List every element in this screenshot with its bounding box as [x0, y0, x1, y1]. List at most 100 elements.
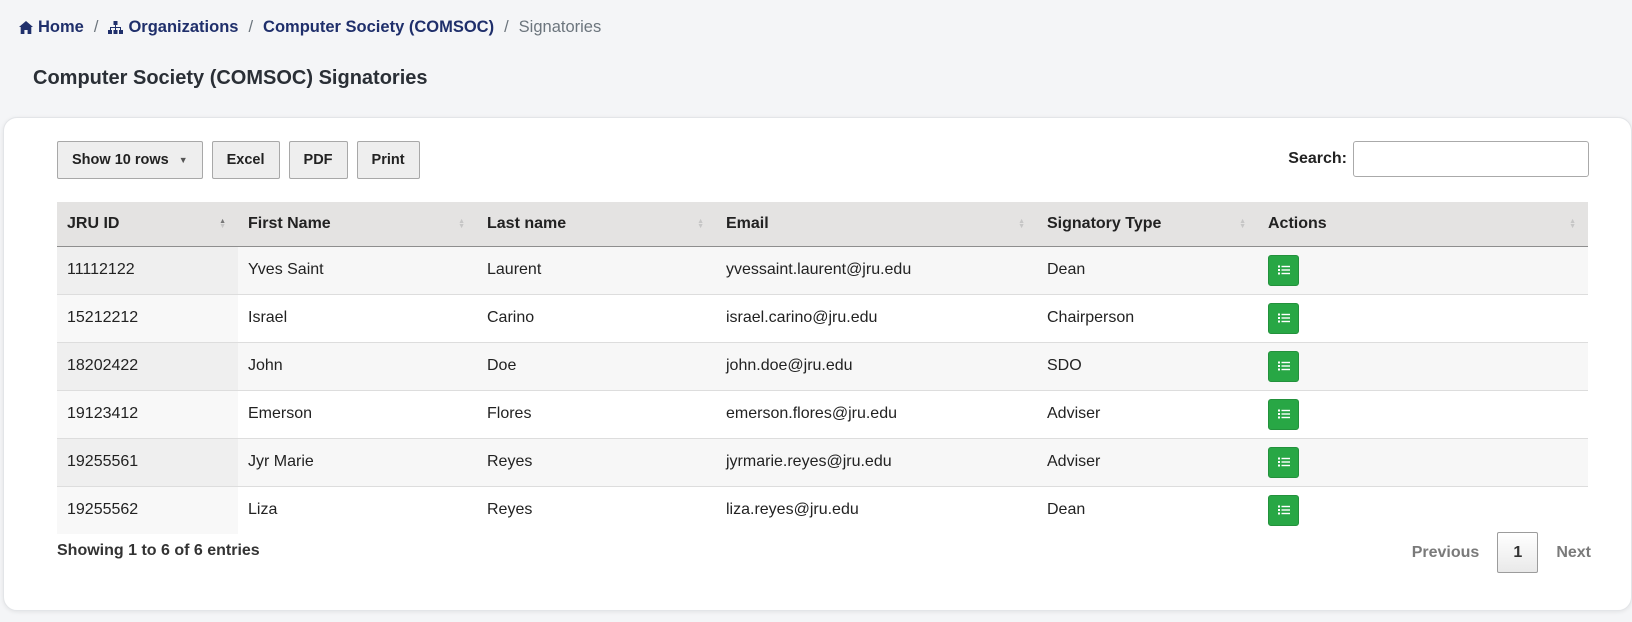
sort-icon: ▲ ▼: [1239, 217, 1246, 230]
sort-icon: ▲ ▼: [1018, 217, 1025, 230]
cell-last-name: Reyes: [477, 437, 716, 486]
cell-first-name: Liza: [238, 485, 477, 534]
view-details-button[interactable]: [1268, 446, 1299, 478]
signatories-card: Show 10 rows ▼ Excel PDF Print Search: J…: [3, 117, 1632, 611]
caret-down-icon: ▼: [178, 155, 188, 165]
cell-jru-id: 18202422: [57, 341, 238, 390]
cell-last-name: Reyes: [477, 485, 716, 534]
column-header-label: Email: [726, 214, 769, 232]
table-row: 19123412 Emerson Flores emerson.flores@j…: [57, 389, 1588, 438]
breadcrumb-separator: /: [248, 18, 254, 36]
sort-icon: ▲ ▼: [697, 217, 704, 230]
excel-button[interactable]: Excel: [211, 141, 280, 179]
show-rows-button[interactable]: Show 10 rows ▼: [57, 141, 203, 179]
sitemap-icon: [108, 21, 124, 34]
cell-email: liza.reyes@jru.edu: [716, 485, 1037, 534]
list-icon: [1277, 505, 1290, 515]
table-row: 18202422 John Doe john.doe@jru.edu SDO: [57, 341, 1588, 390]
cell-email: jyrmarie.reyes@jru.edu: [716, 437, 1037, 486]
cell-last-name: Doe: [477, 341, 716, 390]
search-label: Search:: [1288, 150, 1347, 167]
cell-signatory-type: Adviser: [1037, 389, 1258, 438]
breadcrumb-separator: /: [504, 18, 509, 36]
cell-signatory-type: Dean: [1037, 246, 1258, 294]
cell-jru-id: 19255562: [57, 485, 238, 534]
cell-first-name: Yves Saint: [238, 246, 477, 294]
table-info: Showing 1 to 6 of 6 entries: [57, 542, 260, 559]
breadcrumb-organizations-label: Organizations: [128, 18, 239, 36]
column-header-first-name[interactable]: First Name ▲ ▼: [238, 202, 477, 247]
table-row: 19255562 Liza Reyes liza.reyes@jru.edu D…: [57, 485, 1588, 534]
cell-signatory-type: Adviser: [1037, 437, 1258, 486]
table-row: 19255561 Jyr Marie Reyes jyrmarie.reyes@…: [57, 437, 1588, 486]
column-header-email[interactable]: Email ▲ ▼: [716, 202, 1037, 247]
cell-signatory-type: SDO: [1037, 341, 1258, 390]
show-rows-label: Show 10 rows: [72, 152, 169, 168]
column-header-label: First Name: [248, 214, 331, 232]
pagination: Previous 1 Next: [1396, 532, 1607, 573]
next-page-button[interactable]: Next: [1540, 544, 1607, 562]
cell-actions: [1258, 341, 1588, 390]
cell-first-name: Jyr Marie: [238, 437, 477, 486]
pdf-button[interactable]: PDF: [288, 141, 348, 179]
cell-actions: [1258, 485, 1588, 534]
column-header-actions[interactable]: Actions ▲ ▼: [1258, 202, 1588, 247]
table-row: 15212212 Israel Carino israel.carino@jru…: [57, 293, 1588, 342]
column-header-last-name[interactable]: Last name ▲ ▼: [477, 202, 716, 247]
table-header-row: JRU ID ▲ ▼ First Name ▲ ▼ Last name ▲ ▼ Ema…: [57, 202, 1588, 247]
view-details-button[interactable]: [1268, 302, 1299, 334]
column-header-label: JRU ID: [67, 214, 120, 232]
list-icon: [1277, 409, 1290, 419]
breadcrumb-home[interactable]: Home: [19, 18, 84, 37]
cell-actions: [1258, 293, 1588, 342]
previous-page-button[interactable]: Previous: [1396, 544, 1496, 562]
view-details-button[interactable]: [1268, 350, 1299, 382]
cell-email: john.doe@jru.edu: [716, 341, 1037, 390]
cell-signatory-type: Dean: [1037, 485, 1258, 534]
breadcrumb-separator: /: [93, 18, 99, 36]
cell-last-name: Carino: [477, 293, 716, 342]
sort-icon: ▲ ▼: [458, 217, 465, 230]
breadcrumb-organization[interactable]: Computer Society (COMSOC): [263, 18, 494, 37]
table-toolbar: Show 10 rows ▼ Excel PDF Print: [57, 141, 420, 179]
cell-first-name: Emerson: [238, 389, 477, 438]
cell-email: yvessaint.laurent@jru.edu: [716, 246, 1037, 294]
list-icon: [1277, 361, 1290, 371]
breadcrumb: Home / Organizations / Computer Society …: [19, 18, 601, 37]
search-box: Search:: [1288, 141, 1589, 177]
column-header-label: Actions: [1268, 214, 1327, 232]
print-button[interactable]: Print: [356, 141, 420, 179]
cell-jru-id: 19255561: [57, 437, 238, 486]
column-header-signatory-type[interactable]: Signatory Type ▲ ▼: [1037, 202, 1258, 247]
cell-signatory-type: Chairperson: [1037, 293, 1258, 342]
list-icon: [1277, 457, 1290, 467]
breadcrumb-organizations[interactable]: Organizations: [108, 18, 238, 37]
sort-ascending-icon: ▲ ▼: [219, 217, 226, 230]
table-row: 11112122 Yves Saint Laurent yvessaint.la…: [57, 246, 1588, 294]
breadcrumb-current: Signatories: [518, 18, 602, 36]
breadcrumb-home-label: Home: [38, 18, 84, 36]
cell-email: emerson.flores@jru.edu: [716, 389, 1037, 438]
cell-last-name: Flores: [477, 389, 716, 438]
view-details-button[interactable]: [1268, 254, 1299, 286]
cell-jru-id: 19123412: [57, 389, 238, 438]
cell-actions: [1258, 246, 1588, 294]
search-input[interactable]: [1353, 141, 1589, 177]
column-header-label: Last name: [487, 214, 567, 232]
page-button-1[interactable]: 1: [1497, 532, 1539, 573]
cell-last-name: Laurent: [477, 246, 716, 294]
cell-actions: [1258, 437, 1588, 486]
column-header-jru-id[interactable]: JRU ID ▲ ▼: [57, 202, 238, 247]
signatories-table: JRU ID ▲ ▼ First Name ▲ ▼ Last name ▲ ▼ Ema…: [57, 202, 1588, 534]
view-details-button[interactable]: [1268, 494, 1299, 526]
cell-first-name: Israel: [238, 293, 477, 342]
page-title: Computer Society (COMSOC) Signatories: [33, 67, 428, 89]
cell-jru-id: 11112122: [57, 246, 238, 294]
list-icon: [1277, 313, 1290, 323]
breadcrumb-organization-label: Computer Society (COMSOC): [263, 18, 495, 36]
home-icon: [19, 21, 33, 34]
cell-actions: [1258, 389, 1588, 438]
cell-first-name: John: [238, 341, 477, 390]
view-details-button[interactable]: [1268, 398, 1299, 430]
list-icon: [1277, 265, 1290, 275]
